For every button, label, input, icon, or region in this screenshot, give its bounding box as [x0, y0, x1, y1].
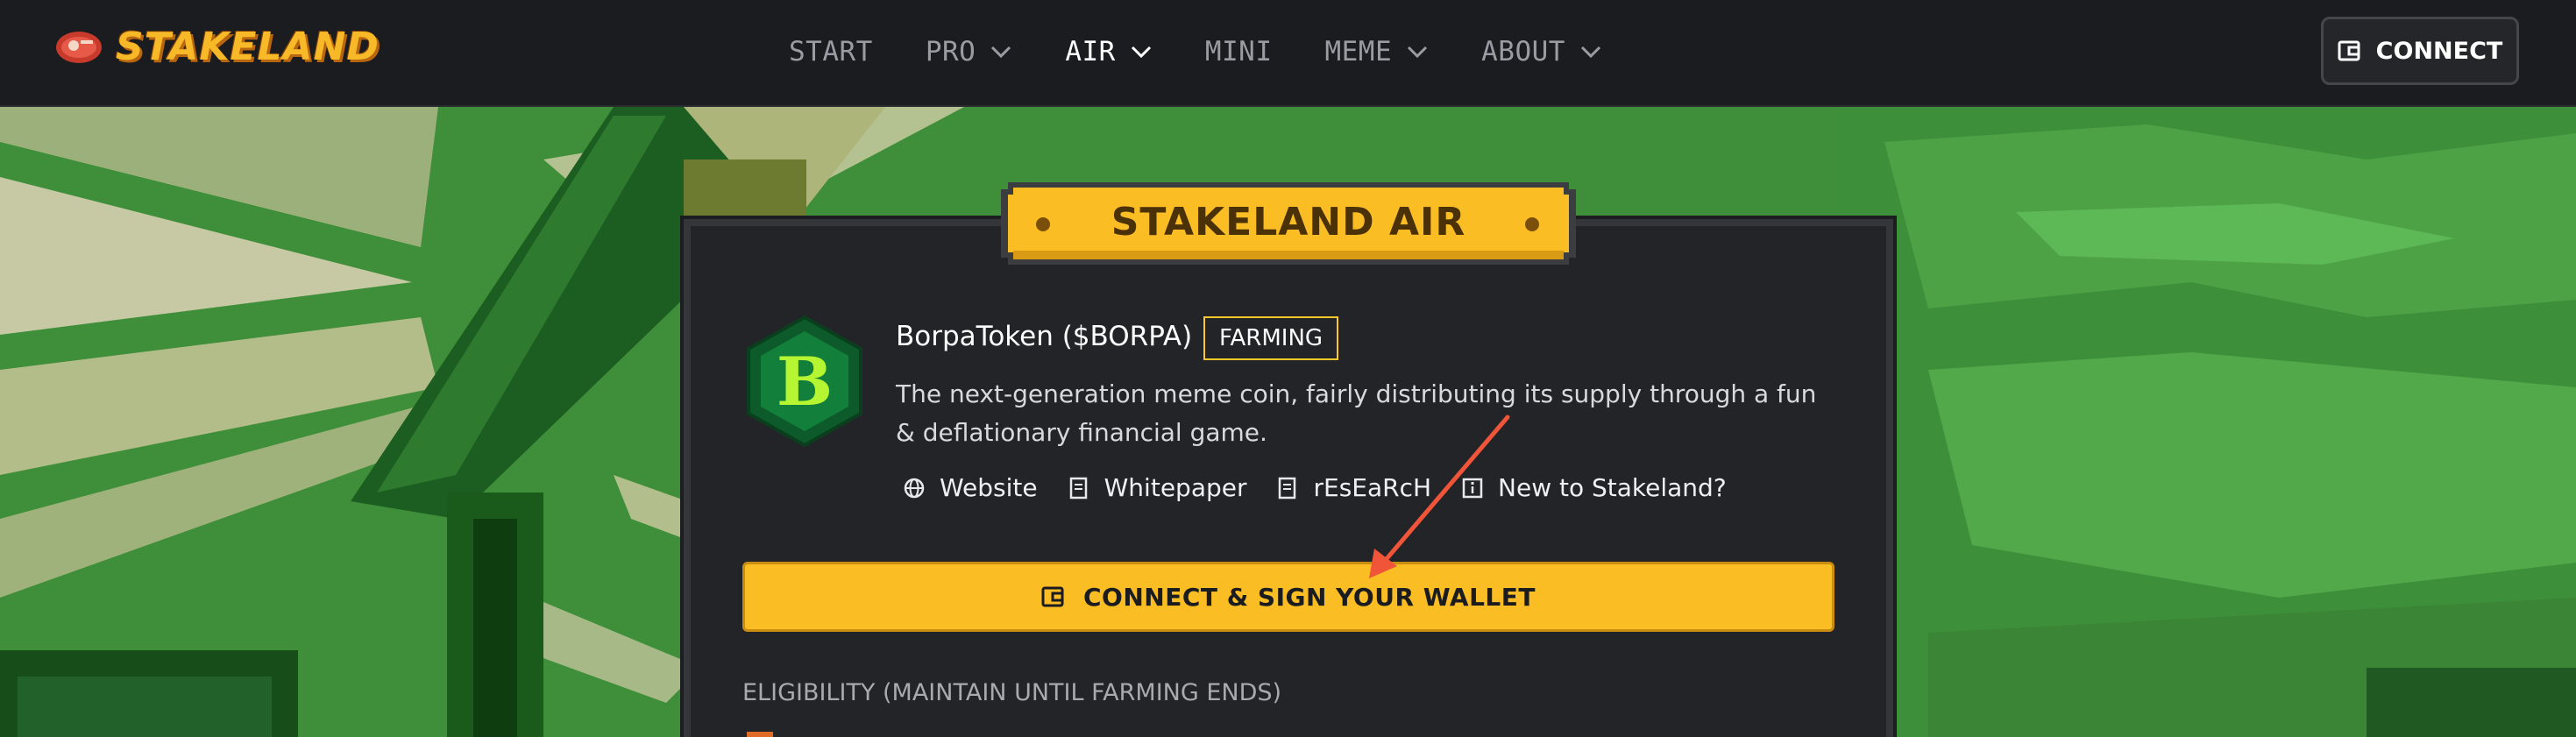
chevron-down-icon	[1408, 46, 1428, 59]
link-whitepaper[interactable]: Whitepaper	[1068, 473, 1247, 502]
link-label: Website	[940, 473, 1038, 502]
main-nav: START PRO AIR MINI MEME ABOUT	[789, 0, 1655, 103]
token-name: BorpaToken ($BORPA)	[896, 321, 1193, 352]
link-research[interactable]: rEsEaRcH	[1276, 473, 1431, 502]
globe-icon	[904, 478, 925, 498]
nav-item-air[interactable]: AIR	[1065, 36, 1153, 67]
link-label: New to Stakeland?	[1498, 473, 1727, 502]
link-label: rEsEaRcH	[1313, 473, 1432, 502]
nav-label: MINI	[1204, 36, 1273, 67]
connect-button[interactable]: CONNECT	[2321, 17, 2519, 85]
status-badge: FARMING	[1203, 316, 1338, 360]
connect-button-label: CONNECT	[2375, 37, 2503, 65]
token-description: The next-generation meme coin, fairly di…	[896, 379, 1817, 447]
link-new-to-stakeland[interactable]: New to Stakeland?	[1461, 473, 1727, 502]
connect-sign-wallet-button[interactable]: CONNECT & SIGN YOUR WALLET	[742, 562, 1834, 632]
nav-label: START	[789, 36, 873, 67]
nav-label: ABOUT	[1481, 36, 1565, 67]
brand-name: STAKELAND	[116, 25, 380, 69]
document-icon	[1279, 477, 1296, 499]
link-website[interactable]: Website	[903, 473, 1038, 502]
nav-label: PRO	[925, 36, 976, 67]
chevron-down-icon	[1131, 46, 1151, 59]
nav-item-about[interactable]: ABOUT	[1481, 36, 1602, 67]
document-icon	[1069, 477, 1087, 499]
nav-item-meme[interactable]: MEME	[1324, 36, 1429, 67]
brand-logo[interactable]: STAKELAND	[54, 25, 380, 69]
chevron-down-icon	[1580, 46, 1601, 59]
chevron-down-icon	[991, 46, 1011, 59]
token-letter: B	[777, 343, 833, 421]
steak-logo-icon	[56, 31, 102, 63]
nav-item-pro[interactable]: PRO	[926, 36, 1013, 67]
nav-label: AIR	[1065, 36, 1116, 67]
nav-item-mini[interactable]: MINI	[1205, 36, 1273, 67]
top-navbar: STAKELAND START PRO AIR MINI MEME ABOUT	[0, 0, 2576, 107]
token-links: Website Whitepaper rEsEaRcH New to Stake…	[903, 473, 1756, 502]
nav-item-start[interactable]: START	[789, 36, 873, 67]
link-label: Whitepaper	[1103, 473, 1247, 502]
wallet-icon	[2338, 40, 2360, 61]
info-icon	[1462, 478, 1483, 498]
token-logo: B	[747, 315, 862, 447]
eligibility-heading: ELIGIBILITY (MAINTAIN UNTIL FARMING ENDS…	[742, 679, 1282, 706]
connect-sign-wallet-label: CONNECT & SIGN YOUR WALLET	[1083, 582, 1536, 612]
wallet-icon	[1041, 586, 1064, 607]
eligibility-status-indicator	[747, 732, 773, 737]
nav-label: MEME	[1324, 36, 1393, 67]
card-title: STAKELAND AIR	[1111, 200, 1466, 244]
